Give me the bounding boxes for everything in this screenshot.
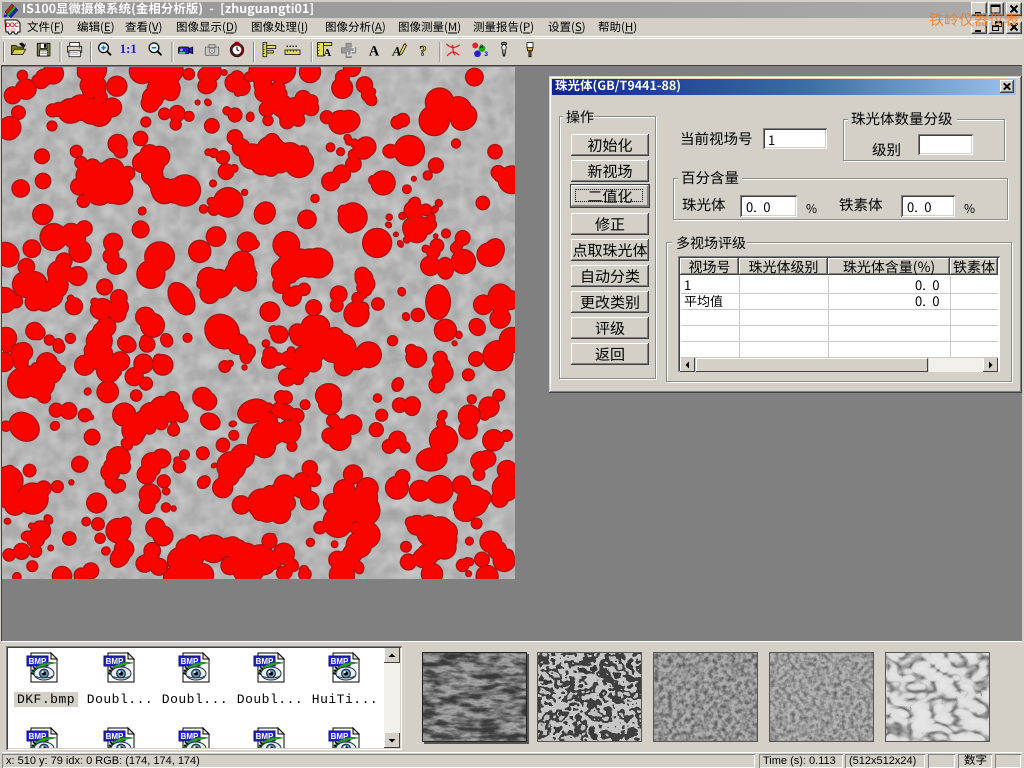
svg-text:A: A (323, 48, 331, 59)
svg-text:3: 3 (484, 51, 488, 58)
svg-text:A: A (391, 44, 401, 58)
svg-text:DOC: DOC (6, 22, 20, 29)
svg-text:?: ? (419, 43, 427, 59)
svg-text:A: A (369, 43, 380, 59)
svg-text:1:1: 1:1 (120, 42, 137, 56)
